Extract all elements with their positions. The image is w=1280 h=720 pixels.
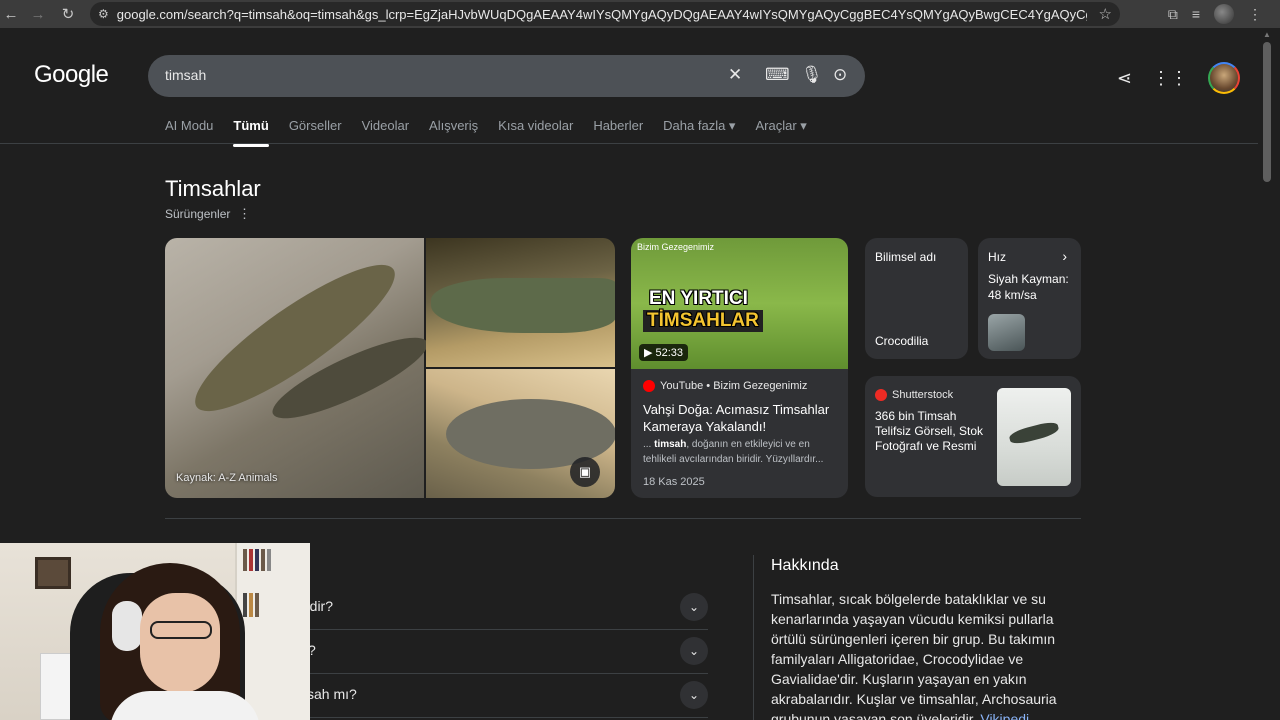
entity-title: Timsahlar — [165, 176, 261, 201]
search-box[interactable]: timsah ✕ ⌨ 🎙 ⊙ — [148, 55, 865, 97]
about-separator — [753, 555, 754, 720]
crocodile-image-top-right[interactable] — [426, 238, 615, 367]
scientific-name-label: Bilimsel adı — [875, 250, 937, 264]
video-duration-text: 52:33 — [655, 347, 684, 359]
about-text: Timsahlar, sıcak bölgelerde bataklıklar … — [771, 589, 1081, 720]
site-info-icon[interactable]: ⚙ — [98, 7, 109, 21]
search-input[interactable]: timsah — [165, 67, 206, 83]
video-snippet: ... timsah, doğanın en etkileyici ve en … — [643, 437, 839, 467]
wikipedia-link[interactable]: Vikipedi — [980, 711, 1029, 720]
image-collage[interactable]: Kaynak: A-Z Animals ▣ — [165, 238, 615, 498]
clear-icon[interactable]: ✕ — [728, 65, 742, 85]
video-source-text: YouTube • Bizim Gezegenimiz — [660, 380, 808, 392]
about-title: Hakkında — [771, 557, 839, 574]
paa-question-text[interactable]: sah mı? — [307, 686, 357, 702]
address-bar[interactable]: ⚙ google.com/search?q=timsah&oq=timsah&g… — [90, 2, 1120, 26]
url-text[interactable]: google.com/search?q=timsah&oq=timsah&gs_… — [117, 7, 1087, 22]
browser-toolbar: ← → ↻ ⚙ google.com/search?q=timsah&oq=ti… — [0, 0, 1280, 28]
scrollbar[interactable]: ▲ — [1258, 28, 1280, 720]
scientific-name-card[interactable]: Bilimsel adı Crocodilia — [865, 238, 968, 359]
lens-icon[interactable]: ⊙ — [833, 65, 847, 85]
tab-videos[interactable]: Videolar — [362, 118, 409, 144]
wall-picture — [35, 557, 71, 589]
keyboard-icon[interactable]: ⌨ — [765, 65, 790, 85]
person-face — [140, 593, 220, 693]
snippet-bold: timsah — [654, 439, 687, 450]
chrome-menu-icon[interactable]: ⋮ — [1248, 6, 1262, 23]
bookmark-star-icon[interactable]: ☆ — [1099, 5, 1112, 23]
tab-short-videos[interactable]: Kısa videolar — [498, 118, 573, 144]
google-logo[interactable]: Google — [34, 61, 109, 89]
tab-images[interactable]: Görseller — [289, 118, 342, 144]
chevron-right-icon[interactable]: › — [1062, 248, 1067, 264]
stock-title[interactable]: 366 bin Timsah Telifsiz Görseli, Stok Fo… — [875, 409, 993, 454]
tab-ai-mode[interactable]: AI Modu — [165, 118, 213, 144]
scroll-up-icon[interactable]: ▲ — [1263, 30, 1271, 39]
section-divider — [165, 518, 1081, 519]
video-title[interactable]: Vahşi Doğa: Acımasız Timsahlar Kameraya … — [643, 401, 839, 435]
scrollbar-thumb[interactable] — [1263, 42, 1271, 182]
thumbnail-line2: TİMSAHLAR — [643, 310, 763, 332]
apps-grid-icon[interactable]: ⋮⋮ — [1152, 68, 1188, 89]
search-tabs: AI Modu Tümü Görseller Videolar Alışveri… — [165, 118, 807, 147]
forward-icon[interactable]: → — [27, 3, 49, 25]
more-options-icon[interactable]: ⋮ — [238, 206, 251, 222]
video-thumbnail[interactable]: Bizim Gezegenimiz EN YIRTICI TİMSAHLAR ▶… — [631, 238, 848, 369]
video-date: 18 Kas 2025 — [643, 476, 705, 488]
stock-source-text: Shutterstock — [892, 389, 954, 401]
stock-source: Shutterstock — [875, 389, 953, 401]
profile-avatar[interactable] — [1214, 4, 1234, 24]
tabs-divider — [0, 143, 1258, 144]
tab-news[interactable]: Haberler — [593, 118, 643, 144]
extensions-icon[interactable]: ⧉ — [1168, 6, 1178, 23]
speed-card[interactable]: Hız › Siyah Kayman: 48 km/sa — [978, 238, 1081, 359]
media-control-icon[interactable]: ≡ — [1192, 6, 1200, 22]
reload-icon[interactable]: ↻ — [57, 3, 79, 25]
user-avatar[interactable] — [1208, 62, 1240, 94]
snippet-pre: ... — [643, 439, 655, 450]
scientific-name-value: Crocodilia — [875, 334, 929, 348]
chevron-down-icon[interactable]: ⌄ — [680, 593, 708, 621]
chevron-down-icon[interactable]: ⌄ — [680, 637, 708, 665]
headphones — [112, 601, 142, 651]
microphone-icon[interactable]: 🎙 — [801, 65, 823, 85]
thumbnail-brand: Bizim Gezegenimiz — [637, 242, 715, 252]
video-source: YouTube • Bizim Gezegenimiz — [643, 380, 807, 392]
person-shirt — [110, 691, 260, 720]
video-duration: ▶ 52:33 — [639, 344, 689, 361]
speed-value: Siyah Kayman: 48 km/sa — [988, 272, 1069, 302]
bookshelf — [235, 543, 310, 720]
speed-thumbnail — [988, 314, 1025, 351]
about-body: Timsahlar, sıcak bölgelerde bataklıklar … — [771, 591, 1057, 720]
speed-label: Hız — [988, 250, 1006, 264]
glasses — [150, 621, 212, 639]
tab-all[interactable]: Tümü — [233, 118, 270, 147]
shutterstock-icon — [875, 389, 887, 401]
share-icon[interactable]: ⋖ — [1117, 68, 1132, 89]
chevron-down-icon[interactable]: ⌄ — [680, 681, 708, 709]
entity-subtitle: Sürüngenler — [165, 207, 231, 221]
video-card[interactable]: Bizim Gezegenimiz EN YIRTICI TİMSAHLAR ▶… — [631, 238, 848, 498]
back-icon[interactable]: ← — [0, 3, 22, 25]
tab-tools[interactable]: Araçlar ▾ — [755, 118, 806, 144]
tab-more[interactable]: Daha fazla ▾ — [663, 118, 735, 144]
crocodile-image-main[interactable] — [165, 238, 436, 498]
image-gallery-icon[interactable]: ▣ — [570, 457, 600, 487]
shutterstock-card[interactable]: Shutterstock 366 bin Timsah Telifsiz Gör… — [865, 376, 1081, 497]
thumbnail-line1: EN YIRTICI — [649, 288, 748, 309]
tab-shopping[interactable]: Alışveriş — [429, 118, 478, 144]
youtube-icon — [643, 380, 655, 392]
image-source-caption: Kaynak: A-Z Animals — [176, 472, 278, 484]
stock-image[interactable] — [997, 388, 1071, 486]
webcam-overlay — [0, 543, 310, 720]
